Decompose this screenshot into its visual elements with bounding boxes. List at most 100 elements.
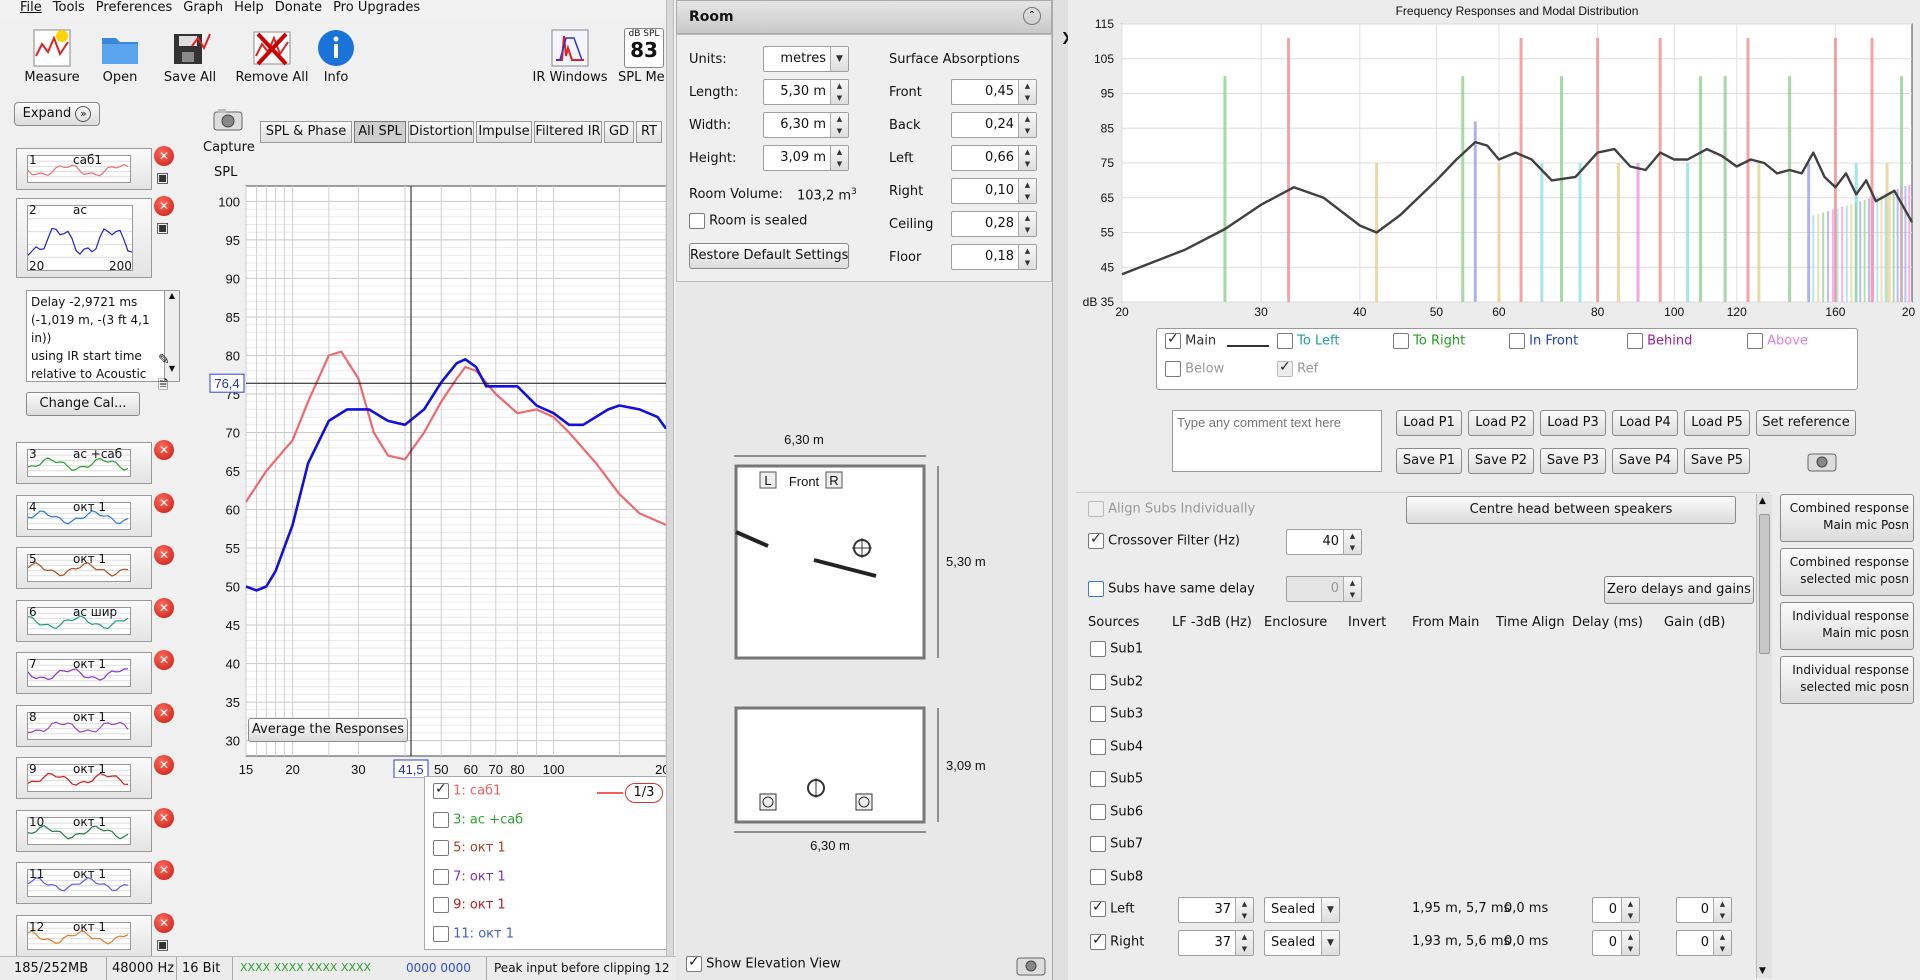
modal-legend-item[interactable]: In Front (1509, 333, 1578, 349)
remove-measurement-icon[interactable]: ✕ (154, 545, 174, 565)
legend-item[interactable]: 7: окт 1 (433, 868, 506, 885)
length-spinner[interactable]: 5,30 m ▲ ▼ (763, 79, 849, 105)
tab-gd[interactable]: GD (604, 121, 634, 143)
save-measurement-icon[interactable]: ▣ (156, 170, 172, 188)
lf-spinner[interactable]: 37 ▲ ▼ (1178, 929, 1254, 956)
modal-legend-item[interactable]: Behind (1627, 333, 1692, 349)
spl-chart[interactable]: 100959085807570656055504540353015 20 30 50 6… (200, 178, 670, 778)
measurement-item[interactable]: 2 ac 20 200 (16, 198, 152, 278)
remove-measurement-icon[interactable]: ✕ (154, 702, 174, 723)
ir-windows-button[interactable]: IR Windows (532, 26, 608, 85)
sub-row[interactable]: Sub1 (1090, 641, 1143, 657)
legend-item[interactable]: 9: окт 1 (433, 897, 506, 913)
save-measurement-icon[interactable]: ▣ (156, 220, 172, 238)
save-all-button[interactable]: Save All (160, 26, 220, 85)
restore-defaults-button[interactable]: Restore Default Settings (689, 243, 849, 269)
scroll-up-icon[interactable]: ▲ (1759, 496, 1766, 506)
modal-capture-button[interactable] (1804, 448, 1840, 474)
modal-legend-item[interactable]: Ref (1277, 359, 1318, 377)
room-plan-view[interactable]: 6,30 m Front L R 5,30 m 3,09 m 6,30 m (676, 420, 1052, 880)
measurement-item[interactable]: 6 ac шир (16, 599, 152, 642)
measurement-item[interactable]: 9 окт 1 (16, 757, 152, 799)
remove-all-button[interactable]: Remove All (232, 26, 312, 85)
surface-absorption-spinner[interactable]: 0,66 ▲ ▼ (951, 145, 1037, 171)
align-subs-checkbox[interactable]: Align Subs Individually (1088, 501, 1255, 517)
splitter[interactable] (666, 0, 674, 980)
measurement-item[interactable]: 5 окт 1 (16, 547, 152, 589)
sub-row[interactable]: Sub6 (1090, 803, 1143, 820)
height-spinner[interactable]: 3,09 m ▲ ▼ (763, 145, 849, 171)
remove-measurement-icon[interactable]: ✕ (154, 440, 174, 460)
sub-row[interactable]: Sub8 (1090, 868, 1143, 885)
subs-same-delay-checkbox[interactable]: Subs have same delay (1088, 581, 1255, 597)
centre-head-button[interactable]: Centre head between speakers (1406, 496, 1736, 524)
remove-measurement-icon[interactable]: ✕ (154, 196, 174, 216)
room-capture-button[interactable] (1014, 952, 1048, 978)
remove-measurement-icon[interactable]: ✕ (154, 807, 174, 828)
menu-preferences[interactable]: Preferences (96, 1, 172, 15)
modal-legend-item[interactable]: Above (1747, 333, 1808, 349)
save-preset-button[interactable]: Save P2 (1468, 448, 1534, 474)
average-responses-button[interactable]: Average the Responses (248, 718, 408, 742)
load-preset-button[interactable]: Load P2 (1468, 410, 1534, 436)
units-select[interactable]: metres ▼ (763, 46, 849, 72)
smoothing-selector[interactable]: 1/3 (625, 783, 663, 803)
zero-delays-button[interactable]: Zero delays and gains (1604, 576, 1754, 604)
surface-absorption-spinner[interactable]: 0,18 ▲ ▼ (951, 244, 1037, 270)
main-speaker-row[interactable]: Right (1090, 932, 1144, 950)
save-preset-button[interactable]: Save P5 (1684, 448, 1750, 474)
measurement-item[interactable]: 12 окт 1 (16, 914, 152, 957)
capture-button[interactable] (208, 104, 248, 134)
enclosure-select[interactable]: Sealed ▼ (1264, 897, 1340, 923)
main-speaker-row[interactable]: Left (1090, 899, 1135, 917)
measurement-item[interactable]: 1 саб1 (16, 148, 152, 190)
remove-measurement-icon[interactable]: ✕ (154, 146, 174, 166)
lf-spinner[interactable]: 37 ▲ ▼ (1178, 897, 1254, 923)
menu-help[interactable]: Help (234, 1, 264, 15)
comment-input[interactable] (1172, 410, 1382, 472)
menu-donate[interactable]: Donate (275, 1, 322, 15)
surface-absorption-spinner[interactable]: 0,45 ▲ ▼ (951, 79, 1037, 105)
sub-row[interactable]: Sub7 (1090, 836, 1143, 852)
measurement-item[interactable]: 11 окт 1 (16, 862, 152, 904)
remove-measurement-icon[interactable]: ✕ (154, 492, 174, 513)
tab-spl-phase[interactable]: SPL & Phase (260, 121, 352, 143)
info-button[interactable]: Info (312, 26, 360, 85)
measurement-item[interactable]: 10 окт 1 (16, 809, 152, 852)
menu-pro-upgrades[interactable]: Pro Upgrades (333, 1, 420, 15)
remove-measurement-icon[interactable]: ✕ (154, 755, 174, 775)
menu-graph[interactable]: Graph (183, 1, 223, 15)
save-measurement-icon[interactable]: ▣ (156, 937, 172, 955)
show-elevation-checkbox[interactable]: Show Elevation View (686, 954, 841, 972)
remove-measurement-icon[interactable]: ✕ (154, 650, 174, 670)
gain-spinner[interactable]: 0 ▲ ▼ (1676, 929, 1732, 956)
load-preset-button[interactable]: Load P4 (1612, 410, 1678, 436)
room-sealed-checkbox[interactable]: Room is sealed (689, 213, 807, 229)
menu-tools[interactable]: Tools (53, 1, 85, 15)
load-preset-button[interactable]: Load P5 (1684, 410, 1750, 436)
save-preset-button[interactable]: Save P4 (1612, 448, 1678, 474)
gain-spinner[interactable]: 0 ▲ ▼ (1676, 897, 1732, 923)
remove-measurement-icon[interactable]: ✕ (154, 912, 174, 933)
surface-absorption-spinner[interactable]: 0,10 ▲ ▼ (951, 178, 1037, 204)
modal-legend-item[interactable]: To Left (1277, 333, 1339, 349)
remove-measurement-icon[interactable]: ✕ (154, 597, 174, 618)
sub-row[interactable]: Sub3 (1090, 706, 1143, 722)
measure-button[interactable]: Measure (20, 26, 84, 85)
sub-row[interactable]: Sub5 (1090, 771, 1143, 787)
load-preset-button[interactable]: Load P1 (1396, 410, 1462, 436)
response-view-button[interactable]: Individual response Main mic posn (1780, 602, 1914, 650)
save-preset-button[interactable]: Save P1 (1396, 448, 1462, 474)
surface-absorption-spinner[interactable]: 0,24 ▲ ▼ (951, 112, 1037, 138)
subs-scrollbar[interactable]: ▲ ▼ (1756, 494, 1772, 978)
legend-item[interactable]: 3: ac +саб (433, 811, 523, 828)
crossover-filter-checkbox[interactable]: Crossover Filter (Hz) (1088, 531, 1240, 549)
sub-row[interactable]: Sub4 (1090, 738, 1143, 755)
modal-chart[interactable]: Frequency Responses and Modal Distributi… (1068, 0, 1920, 316)
load-preset-button[interactable]: Load P3 (1540, 410, 1606, 436)
collapse-icon[interactable]: ⌃ (1023, 7, 1041, 25)
legend-item[interactable]: 5: окт 1 (433, 840, 506, 856)
width-spinner[interactable]: 6,30 m ▲ ▼ (763, 112, 849, 138)
tab-all-spl[interactable]: All SPL (354, 121, 406, 143)
remove-measurement-icon[interactable]: ✕ (154, 860, 174, 880)
